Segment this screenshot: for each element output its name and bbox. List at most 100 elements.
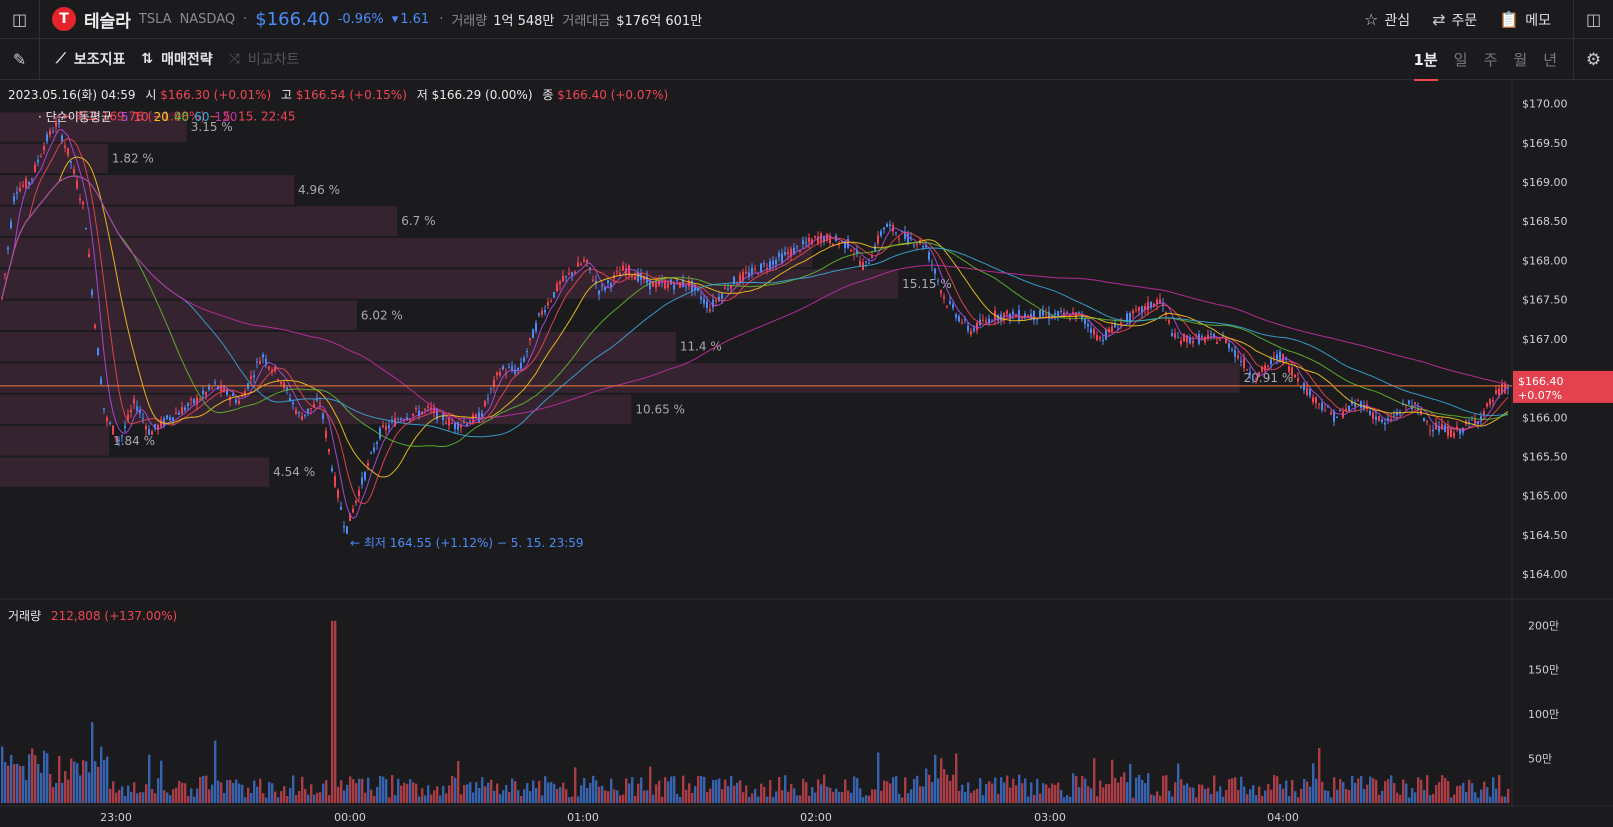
volume-bar — [892, 777, 895, 803]
volume-bar — [388, 797, 391, 803]
volume-bar — [694, 785, 697, 803]
candle-body — [880, 231, 882, 236]
candle-body — [1057, 311, 1059, 317]
candle-body — [1288, 366, 1290, 372]
volume-bar — [1096, 796, 1099, 803]
candle-body — [769, 261, 771, 269]
volume-bar — [1261, 795, 1264, 803]
volume-bar — [691, 792, 694, 803]
candle-body — [928, 252, 930, 260]
candle-body — [52, 131, 54, 133]
volume-bar — [526, 783, 529, 803]
volume-bar — [1486, 787, 1489, 803]
volume-bar — [661, 796, 664, 803]
volume-bar — [265, 797, 268, 803]
candle-body — [889, 224, 891, 226]
candle-body — [22, 185, 24, 187]
ohlc-info: 2023.05.16(화) 04:59 시 $166.30 (+0.01%) 고… — [8, 86, 668, 103]
volume-bar — [541, 795, 544, 803]
volume-bar — [700, 776, 703, 803]
volume-bar — [448, 785, 451, 803]
candle-body — [664, 281, 666, 289]
ohlc-date: 2023.05.16(화) 04:59 — [8, 88, 136, 102]
candle-body — [373, 447, 375, 452]
candle-body — [259, 360, 261, 365]
candle-body — [112, 425, 114, 435]
volume-bar — [943, 769, 946, 803]
volume-bar — [1282, 788, 1285, 803]
volume-bar — [835, 788, 838, 803]
volume-bar — [139, 792, 142, 803]
candle-body — [1246, 369, 1248, 371]
candle-body — [973, 328, 975, 332]
candle-body — [25, 178, 27, 188]
volume-bar — [730, 775, 733, 803]
candle-body — [106, 417, 108, 421]
candle-body — [337, 489, 339, 498]
volume-bar — [958, 790, 961, 803]
volume-bar — [862, 797, 865, 803]
candle-body — [1216, 342, 1218, 344]
volume-bar — [586, 788, 589, 803]
volume-bar — [67, 779, 70, 803]
volume-tick-label: 50만 — [1528, 753, 1552, 766]
volume-bar — [274, 791, 277, 803]
volume-bar — [595, 780, 598, 803]
volume-bar — [556, 789, 559, 803]
candle-body — [598, 290, 600, 295]
volume-bar — [58, 755, 61, 803]
candle-body — [139, 410, 141, 414]
candle-body — [34, 164, 36, 172]
volume-bar — [562, 782, 565, 803]
candle-body — [7, 247, 9, 250]
volume-bar — [106, 756, 109, 803]
price-chart[interactable]: 3.15 %1.82 %4.96 %6.7 %15.15 %6.02 %11.4… — [0, 0, 1613, 827]
candle-body — [778, 253, 780, 258]
volume-bar — [550, 781, 553, 803]
candle-body — [628, 265, 630, 275]
candle-body — [739, 274, 741, 283]
volume-bar — [316, 792, 319, 803]
volume-bar — [1093, 758, 1096, 803]
candle-body — [1312, 397, 1314, 403]
candle-body — [277, 379, 279, 381]
candle-body — [1486, 403, 1488, 407]
volume-bar — [709, 788, 712, 803]
volume-bar — [406, 783, 409, 803]
candle-body — [73, 168, 75, 174]
volume-bar — [1033, 794, 1036, 803]
volume-bar — [1186, 783, 1189, 803]
volume-bar — [733, 785, 736, 803]
candle-body — [175, 412, 177, 414]
volume-bar — [736, 782, 739, 803]
candle-body — [412, 413, 414, 416]
candle-body — [283, 382, 285, 388]
volume-bar — [154, 793, 157, 803]
candle-body — [163, 418, 165, 426]
volume-bar — [1288, 796, 1291, 803]
candle-body — [478, 412, 480, 423]
candle-body — [484, 400, 486, 407]
volume-bar — [208, 789, 211, 803]
candle-body — [781, 253, 783, 263]
candle-body — [1234, 350, 1236, 357]
volume-bar — [484, 786, 487, 803]
volume-bar — [1069, 796, 1072, 803]
candle-body — [940, 290, 942, 294]
volume-profile-bar — [0, 237, 813, 268]
volume-bar — [184, 783, 187, 803]
volume-bar — [1381, 790, 1384, 803]
candle-body — [574, 271, 576, 273]
volume-bar — [1372, 778, 1375, 803]
volume-bar — [400, 785, 403, 803]
volume-bar — [676, 793, 679, 803]
open-label: 시 — [145, 88, 157, 102]
volume-bar — [739, 780, 742, 803]
volume-bar — [1240, 776, 1243, 803]
candle-body — [1291, 367, 1293, 376]
volume-bar — [1336, 789, 1339, 803]
candle-body — [1414, 402, 1416, 404]
volume-bar — [1198, 784, 1201, 803]
volume-bar — [592, 775, 595, 803]
volume-bar — [1477, 797, 1480, 803]
